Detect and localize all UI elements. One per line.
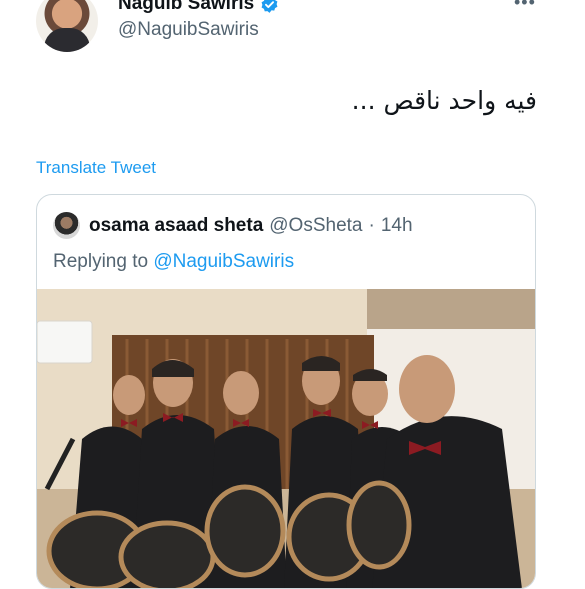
quoted-display-name: osama asaad sheta [89, 215, 264, 236]
quoted-tweet-card[interactable]: osama asaad sheta @OsSheta · 14h Replyin… [36, 194, 536, 589]
author-display-name[interactable]: Naguib Sawiris [118, 0, 254, 15]
more-options-icon[interactable]: ••• [514, 0, 536, 13]
quoted-separator: · [368, 215, 375, 236]
quoted-handle: @OsSheta [269, 215, 363, 236]
author-handle[interactable]: @NaguibSawiris [118, 19, 259, 41]
translate-tweet-link[interactable]: Translate Tweet [36, 158, 156, 178]
replying-to-mention[interactable]: @NaguibSawiris [153, 251, 294, 272]
tweet-text: فيه واحد ناقص ... [351, 86, 537, 115]
verified-badge-icon [261, 0, 278, 13]
replying-to-line: Replying to @NaguibSawiris [53, 251, 294, 273]
quoted-photo[interactable] [37, 289, 536, 589]
quoted-timestamp: 14h [380, 215, 413, 236]
replying-to-prefix: Replying to [53, 251, 149, 272]
author-avatar[interactable] [36, 0, 98, 52]
author-name-row: Naguib Sawiris [118, 0, 279, 15]
quoted-header: osama asaad sheta @OsSheta · 14h [89, 215, 413, 237]
quoted-author-avatar [53, 212, 80, 239]
